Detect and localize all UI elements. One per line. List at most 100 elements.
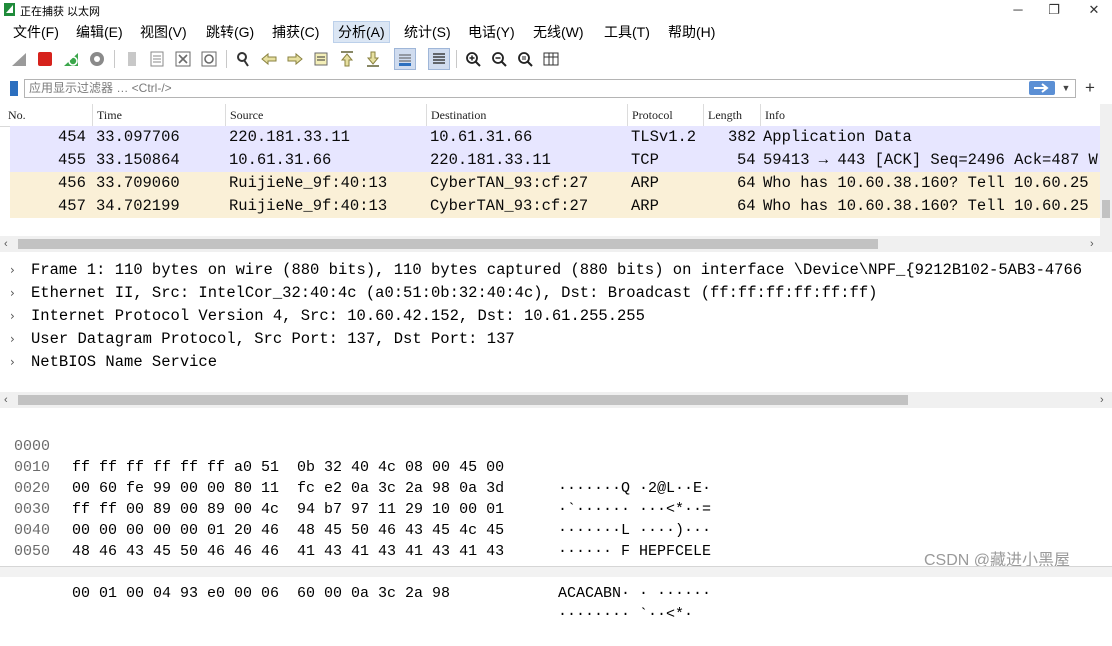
bytes-row[interactable]: 0010 00 60 fe 99 00 00 80 11 fc e2 0a 3c… [14,436,711,518]
menu-view[interactable]: 视图(V) [136,22,191,42]
column-header-destination[interactable]: Destination [426,104,627,126]
title-bar: 正在捕获 以太网 ─ ❐ ✕ [0,0,1112,20]
auto-scroll-icon[interactable] [394,48,416,70]
menu-edit[interactable]: 编辑(E) [72,22,127,42]
detail-tree-item-frame[interactable]: › Frame 1: 110 bytes on wire (880 bits),… [10,259,1110,282]
byte-hex: 00 01 00 04 93 e0 00 06 60 00 0a 3c 2a 9… [72,585,451,602]
scroll-right-icon[interactable]: › [1090,236,1094,252]
maximize-button[interactable]: ❐ [1036,0,1072,20]
stop-capture-icon[interactable] [34,48,56,70]
chevron-right-icon[interactable]: › [10,259,15,282]
display-filter-bar: 应用显示过滤器 … <Ctrl-/> ▼ + [0,78,1112,100]
bytes-row[interactable]: 0060 00 01 00 04 93 e0 00 06 60 00 0a 3c… [14,541,693,623]
bytes-row[interactable]: 0050 41 43 41 43 41 42 4e 00 00 20 00 01… [14,520,711,602]
scroll-left-icon[interactable]: ‹ [4,392,8,408]
minimize-button[interactable]: ─ [1000,0,1036,20]
column-header-time[interactable]: Time [92,104,225,126]
menu-go[interactable]: 跳转(G) [202,22,258,42]
apply-filter-arrow-icon[interactable] [1029,81,1055,95]
go-forward-icon[interactable] [284,48,306,70]
bytes-row[interactable]: 0020 ff ff 00 89 00 89 00 4c 94 b7 97 11… [14,457,711,539]
menu-capture[interactable]: 捕获(C) [268,22,323,42]
packet-length: 54 [737,151,756,169]
byte-ascii: ·······L ····)··· [558,522,712,539]
detail-tree-item-ethernet[interactable]: › Ethernet II, Src: IntelCor_32:40:4c (a… [10,282,1110,305]
bytes-row[interactable]: 0000 ff ff ff ff ff ff a0 51 0b 32 40 4c… [14,415,711,497]
column-header-protocol[interactable]: Protocol [627,104,703,126]
go-back-icon[interactable] [258,48,280,70]
packet-length: 382 [728,128,756,146]
packet-details-pane: › Frame 1: 110 bytes on wire (880 bits),… [0,258,1112,378]
byte-ascii: ACACABN· · ······ [558,585,712,602]
shark-fin-icon[interactable] [8,48,30,70]
find-packet-icon[interactable] [232,48,254,70]
open-file-icon[interactable] [120,48,142,70]
packet-no: 455 [58,151,86,169]
packet-time: 33.097706 [96,128,180,146]
scrollbar-thumb[interactable] [18,395,908,405]
first-packet-icon[interactable] [336,48,358,70]
detail-tree-item-ipv4[interactable]: › Internet Protocol Version 4, Src: 10.6… [10,305,1110,328]
menu-file[interactable]: 文件(F) [9,22,63,42]
byte-hex: ff ff ff ff ff ff a0 51 0b 32 40 4c 08 0… [72,459,505,476]
zoom-out-icon[interactable] [488,48,510,70]
column-header-length[interactable]: Length [703,104,760,126]
packet-time: 33.709060 [96,174,180,192]
close-button[interactable]: ✕ [1076,0,1112,20]
menu-wireless[interactable]: 无线(W) [529,22,588,42]
resize-columns-icon[interactable] [540,48,562,70]
byte-ascii: ······ F HEPFCELE [558,543,712,560]
packet-source: RuijieNe_9f:40:13 [229,197,388,215]
menu-tools[interactable]: 工具(T) [600,22,654,42]
packet-list-horizontal-scrollbar[interactable]: ‹ › [0,236,1112,252]
packet-protocol: ARP [631,197,659,215]
restart-capture-icon[interactable] [60,48,82,70]
close-file-icon[interactable] [172,48,194,70]
menu-analyze[interactable]: 分析(A) [333,21,390,43]
menu-help[interactable]: 帮助(H) [664,22,719,42]
scrollbar-thumb[interactable] [1102,200,1110,218]
detail-tree-item-udp[interactable]: › User Datagram Protocol, Src Port: 137,… [10,328,1110,351]
capture-options-icon[interactable] [86,48,108,70]
filter-bookmark-icon[interactable] [10,81,18,96]
packet-source: 10.61.31.66 [229,151,332,169]
byte-ascii: ········ `··<*· [558,606,694,623]
chevron-right-icon[interactable]: › [10,305,15,328]
column-header-source[interactable]: Source [225,104,426,126]
packet-destination: CyberTAN_93:cf:27 [430,197,589,215]
go-to-packet-icon[interactable] [310,48,332,70]
colorize-icon[interactable] [428,48,450,70]
reload-icon[interactable] [198,48,220,70]
add-filter-button-icon[interactable]: + [1083,78,1097,98]
column-header-no[interactable]: No. [4,104,96,126]
bytes-row[interactable]: 0030 00 00 00 00 00 01 20 46 48 45 50 46… [14,478,711,560]
save-file-icon[interactable] [146,48,168,70]
wireshark-app-icon [4,3,15,16]
normal-size-icon[interactable] [514,48,536,70]
filter-history-dropdown-icon[interactable]: ▼ [1059,80,1073,96]
byte-ascii: ·······Q ·2@L··E· [558,480,712,497]
menu-statistics[interactable]: 统计(S) [400,22,455,42]
packet-no: 454 [58,128,86,146]
scrollbar-thumb[interactable] [18,239,878,249]
bytes-row[interactable]: 0040 48 46 43 45 50 46 46 46 41 43 41 43… [14,499,711,581]
column-header-info[interactable]: Info [760,104,1100,126]
zoom-in-icon[interactable] [462,48,484,70]
scroll-left-icon[interactable]: ‹ [4,236,8,252]
packet-row[interactable]: 454 33.097706 220.181.33.11 10.61.31.66 … [10,126,1100,149]
packet-row[interactable]: 457 34.702199 RuijieNe_9f:40:13 CyberTAN… [10,195,1100,218]
details-horizontal-scrollbar[interactable]: ‹ › [0,392,1112,408]
last-packet-icon[interactable] [362,48,384,70]
scroll-right-icon[interactable]: › [1100,392,1104,408]
packet-destination: 10.61.31.66 [430,128,533,146]
chevron-right-icon[interactable]: › [10,282,15,305]
menu-telephony[interactable]: 电话(Y) [464,22,519,42]
packet-row[interactable]: 455 33.150864 10.61.31.66 220.181.33.11 … [10,149,1100,172]
packet-row[interactable]: 456 33.709060 RuijieNe_9f:40:13 CyberTAN… [10,172,1100,195]
packet-list-vertical-scrollbar[interactable] [1100,104,1112,236]
display-filter-input[interactable]: 应用显示过滤器 … <Ctrl-/> [24,79,1076,98]
packet-destination: 220.181.33.11 [430,151,551,169]
chevron-right-icon[interactable]: › [10,351,15,374]
detail-tree-item-nbns[interactable]: › NetBIOS Name Service [10,351,1110,374]
chevron-right-icon[interactable]: › [10,328,15,351]
